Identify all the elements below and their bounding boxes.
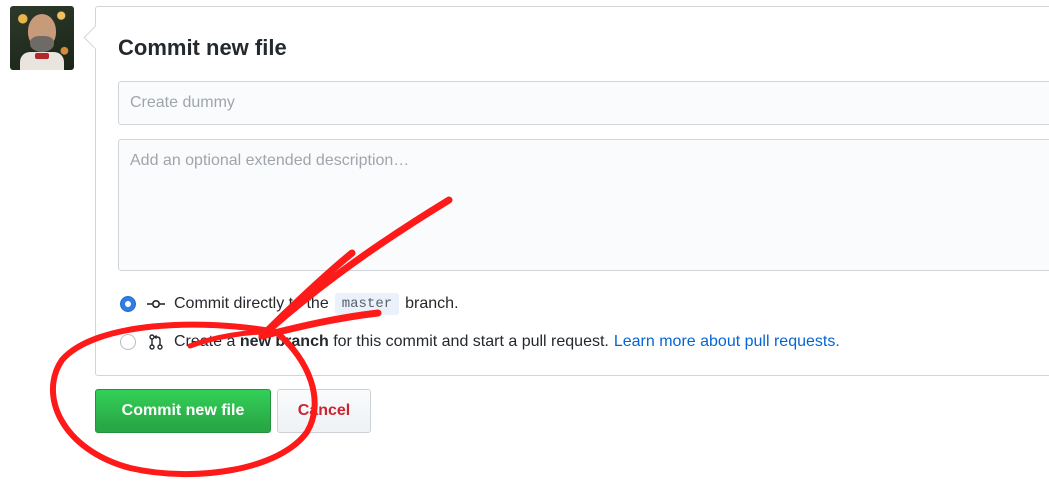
- commit-page: Commit new file Commit directly to the m…: [0, 0, 1049, 482]
- commit-description-textarea[interactable]: [118, 139, 1049, 271]
- avatar[interactable]: [10, 6, 74, 70]
- option-new-branch-bold: new branch: [239, 333, 329, 350]
- form-title: Commit new file: [118, 35, 287, 60]
- option-new-branch[interactable]: Create a new branch for this commit and …: [120, 333, 840, 351]
- branch-name: master: [334, 293, 400, 315]
- git-pull-request-icon: [146, 334, 166, 350]
- avatar-beard: [30, 36, 54, 52]
- radio-commit-directly[interactable]: [120, 296, 136, 312]
- option-new-branch-suffix: for this commit and start a pull request…: [333, 333, 609, 350]
- option-new-branch-prefix: Create a: [174, 333, 236, 350]
- commit-summary-input[interactable]: [118, 81, 1049, 125]
- commit-new-file-button[interactable]: Commit new file: [95, 389, 271, 433]
- form-caret: [83, 25, 108, 50]
- learn-more-pull-requests-link[interactable]: Learn more about pull requests.: [614, 333, 840, 351]
- git-commit-icon: [146, 296, 166, 312]
- option-commit-directly-suffix: branch.: [405, 295, 459, 312]
- avatar-bowtie: [35, 53, 49, 59]
- option-commit-directly-label: Commit directly to the: [174, 295, 329, 312]
- radio-new-branch[interactable]: [120, 334, 136, 350]
- cancel-button[interactable]: Cancel: [277, 389, 371, 433]
- option-commit-directly[interactable]: Commit directly to the master branch.: [120, 293, 459, 315]
- commit-form: Commit new file Commit directly to the m…: [83, 6, 1049, 376]
